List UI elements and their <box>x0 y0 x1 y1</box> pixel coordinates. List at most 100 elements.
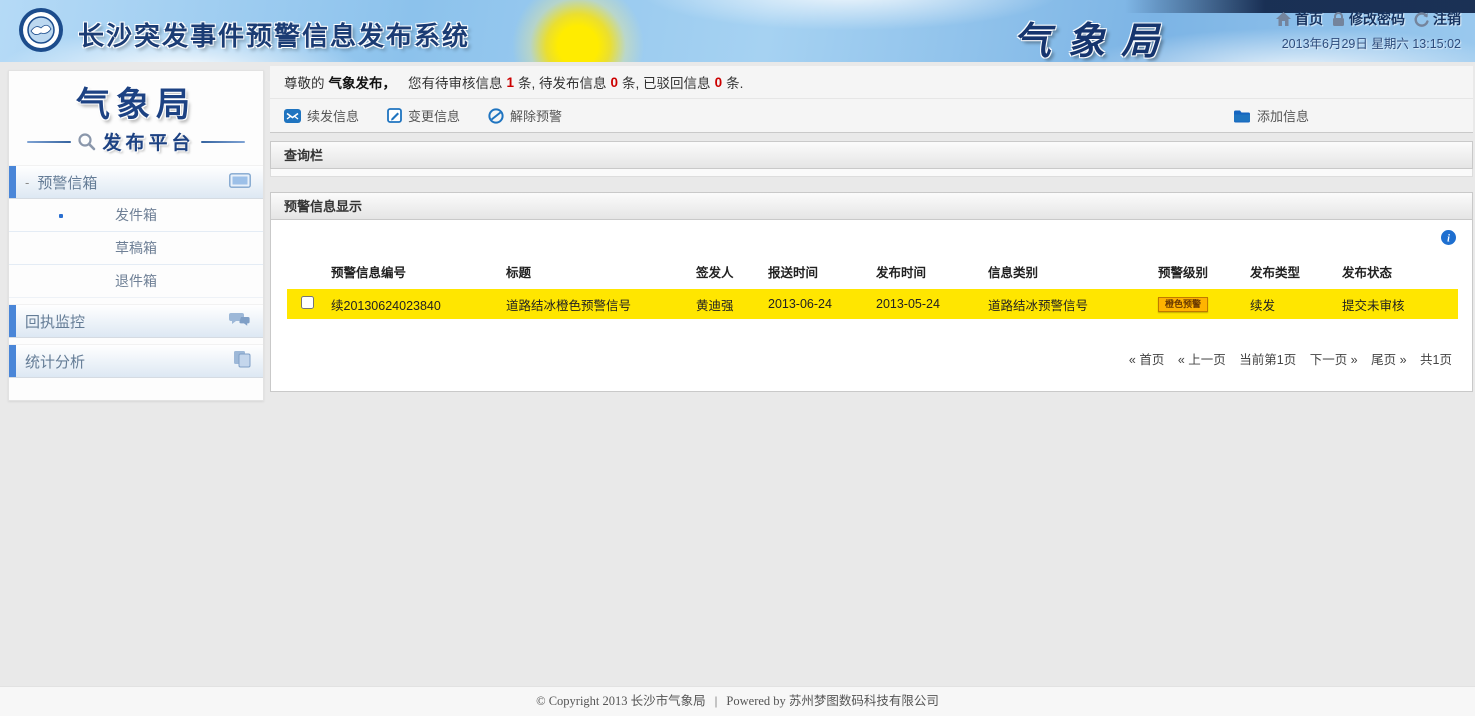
warning-display-header: 预警信息显示 <box>270 192 1473 220</box>
warning-level-badge: 橙色预警 <box>1158 297 1208 312</box>
change-info-button[interactable]: 变更信息 <box>387 106 460 125</box>
column-header-submit-time: 报送时间 <box>764 256 872 289</box>
row-checkbox[interactable] <box>301 296 314 309</box>
sidebar-item-receipt-monitor[interactable]: 回执监控 <box>9 304 263 338</box>
submenu-item-label: 草稿箱 <box>115 240 157 256</box>
pagination-first[interactable]: « 首页 <box>1129 353 1164 367</box>
column-header-status: 发布状态 <box>1338 256 1458 289</box>
selected-bullet <box>59 214 63 218</box>
pagination-last[interactable]: 尾页 » <box>1371 353 1406 367</box>
warning-display-panel: 预警信息显示 i 预警信息编号 标题 签发人 报送时间 <box>270 192 1473 392</box>
submenu-item-label: 退件箱 <box>115 273 157 289</box>
home-link-label: 首页 <box>1295 9 1323 29</box>
add-info-button[interactable]: 添加信息 <box>1233 106 1309 125</box>
column-header-category: 信息类别 <box>984 256 1154 289</box>
welcome-text: 条. <box>726 72 743 92</box>
footer-powered-by: Powered by 苏州梦图数码科技有限公司 <box>726 694 939 708</box>
mailbox-icon <box>229 173 251 192</box>
home-icon <box>1276 12 1291 26</box>
pending-review-count: 1 <box>507 75 515 90</box>
pagination-prev[interactable]: « 上一页 <box>1178 353 1226 367</box>
cell-submit-time: 2013-06-24 <box>764 289 872 319</box>
cell-publish-time: 2013-05-24 <box>872 289 984 319</box>
query-panel-header[interactable]: 查询栏 <box>270 141 1473 169</box>
welcome-prefix: 尊敬的 <box>284 72 325 92</box>
sidebar-item-warning-mailbox[interactable]: - 预警信箱 <box>9 165 263 199</box>
resend-info-button[interactable]: 续发信息 <box>284 106 359 125</box>
change-info-label: 变更信息 <box>408 106 460 125</box>
sidebar-item-drafts[interactable]: 草稿箱 <box>9 232 263 265</box>
logout-link[interactable]: 注销 <box>1414 9 1461 29</box>
brand-divider-right <box>201 141 245 143</box>
pagination-current: 当前第1页 <box>1239 353 1296 367</box>
sidebar-brand: 气象局 发布平台 <box>9 71 263 165</box>
pagination-next[interactable]: 下一页 » <box>1310 353 1358 367</box>
top-banner: 长沙突发事件预警信息发布系统 气象局 首页 修改密码 注销 2013年6月29日… <box>0 0 1475 62</box>
sidebar-item-returned[interactable]: 退件箱 <box>9 265 263 298</box>
rejected-count: 0 <box>715 75 723 90</box>
table-row[interactable]: 续20130624023840 道路结冰橙色预警信号 黄迪强 2013-06-2… <box>287 289 1458 319</box>
sidebar-brand-subtitle: 发布平台 <box>102 128 194 155</box>
bureau-title: 气象局 <box>1013 10 1175 62</box>
cancel-warning-button[interactable]: 解除预警 <box>488 106 562 125</box>
envelope-icon <box>284 109 301 123</box>
sidebar-brand-title: 气象局 <box>9 77 263 126</box>
welcome-text: 条, 已驳回信息 <box>622 72 711 92</box>
sidebar: 气象局 发布平台 - 预警信箱 发件箱 草稿箱 退件箱 回执监控 <box>8 70 264 401</box>
banner-nav: 首页 修改密码 注销 <box>1276 9 1461 29</box>
folder-icon <box>1233 109 1251 123</box>
cell-title: 道路结冰橙色预警信号 <box>502 289 692 319</box>
cell-level: 橙色预警 <box>1154 289 1246 319</box>
sidebar-item-label: 回执监控 <box>25 311 85 332</box>
sidebar-item-label: 预警信箱 <box>37 172 97 193</box>
toolbar: 续发信息 变更信息 解除预警 添加信息 <box>270 98 1473 132</box>
system-title: 长沙突发事件预警信息发布系统 <box>78 16 470 53</box>
cell-status: 提交未审核 <box>1338 289 1458 319</box>
add-info-label: 添加信息 <box>1257 106 1309 125</box>
column-header-type: 发布类型 <box>1246 256 1338 289</box>
submenu-item-label: 发件箱 <box>115 207 157 223</box>
svg-text:i: i <box>1447 234 1450 245</box>
warning-display-body: i 预警信息编号 标题 签发人 报送时间 发布时间 信息类 <box>270 220 1473 392</box>
menu-accent-bar <box>9 166 16 198</box>
welcome-message: 尊敬的 气象发布， 您有待审核信息 1 条, 待发布信息 0 条, 已驳回信息 … <box>270 66 1473 98</box>
receipt-monitor-icon <box>229 311 251 332</box>
collapse-indicator: - <box>25 175 29 190</box>
footer: © Copyright 2013 长沙市气象局 | Powered by 苏州梦… <box>0 686 1475 716</box>
welcome-text: 您有待审核信息 <box>408 72 503 92</box>
info-icon[interactable]: i <box>1441 230 1456 250</box>
warning-table: 预警信息编号 标题 签发人 报送时间 发布时间 信息类别 预警级别 发布类型 发… <box>287 256 1458 319</box>
sidebar-brand-subrow: 发布平台 <box>9 128 263 165</box>
change-password-link[interactable]: 修改密码 <box>1332 9 1405 29</box>
pending-publish-count: 0 <box>611 75 619 90</box>
cell-signer: 黄迪强 <box>692 289 764 319</box>
column-header-number: 预警信息编号 <box>327 256 502 289</box>
edit-icon <box>387 108 402 123</box>
datetime-display: 2013年6月29日 星期六 13:15:02 <box>1282 33 1461 52</box>
cell-type: 续发 <box>1246 289 1338 319</box>
column-header-publish-time: 发布时间 <box>872 256 984 289</box>
logout-icon <box>1414 12 1429 27</box>
pagination: « 首页 « 上一页 当前第1页 下一页 » 尾页 » 共1页 <box>287 349 1456 368</box>
menu-accent-bar <box>9 305 16 337</box>
welcome-username: 气象发布， <box>329 72 397 92</box>
sidebar-item-outbox[interactable]: 发件箱 <box>9 199 263 232</box>
column-header-title: 标题 <box>502 256 692 289</box>
footer-separator: | <box>715 694 718 708</box>
cancel-warning-label: 解除预警 <box>510 106 562 125</box>
home-link[interactable]: 首页 <box>1276 9 1323 29</box>
sidebar-item-label: 统计分析 <box>25 351 85 372</box>
table-header-row: 预警信息编号 标题 签发人 报送时间 发布时间 信息类别 预警级别 发布类型 发… <box>287 256 1458 289</box>
resend-info-label: 续发信息 <box>307 106 359 125</box>
pagination-total: 共1页 <box>1420 353 1452 367</box>
change-password-label: 修改密码 <box>1349 9 1405 29</box>
column-header-checkbox <box>287 256 327 289</box>
brand-divider-left <box>27 141 71 143</box>
warning-mailbox-submenu: 发件箱 草稿箱 退件箱 <box>9 199 263 298</box>
sidebar-item-statistics[interactable]: 统计分析 <box>9 344 263 378</box>
cell-number: 续20130624023840 <box>327 289 502 319</box>
query-panel-body <box>270 169 1473 177</box>
prohibit-icon <box>488 108 504 124</box>
column-header-signer: 签发人 <box>692 256 764 289</box>
cell-category: 道路结冰预警信号 <box>984 289 1154 319</box>
